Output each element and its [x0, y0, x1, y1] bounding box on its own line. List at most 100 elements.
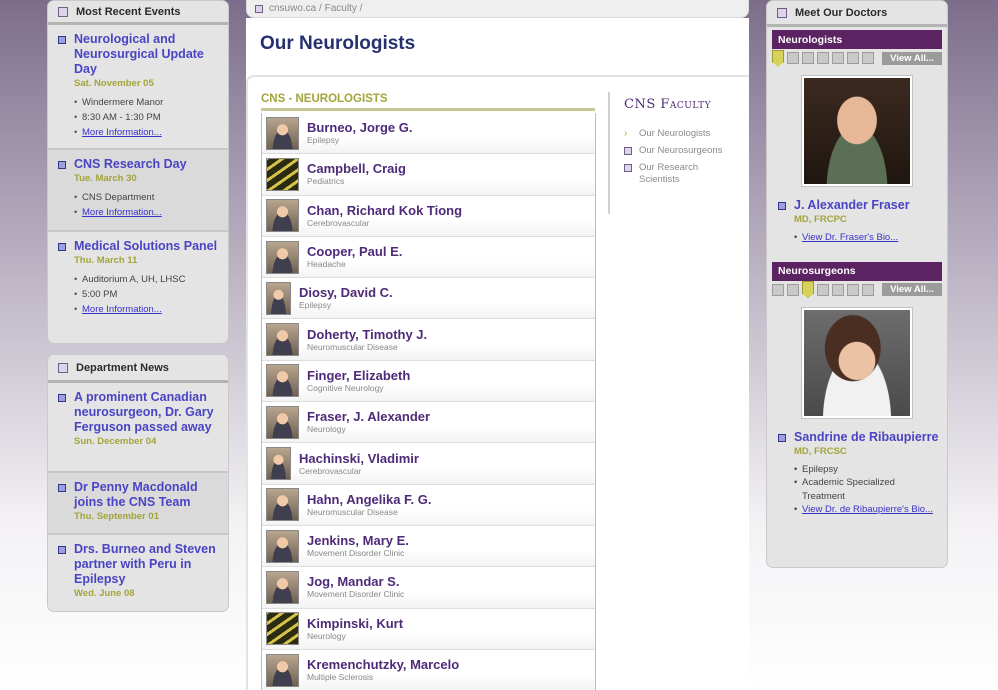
doctor-row[interactable]: Jenkins, Mary E. Movement Disorder Clinic — [262, 525, 595, 568]
bio-link[interactable]: View Dr. de Ribaupierre's Bio... — [802, 504, 933, 515]
doctor-name[interactable]: Jenkins, Mary E. — [307, 533, 409, 548]
news-item: A prominent Canadian neurosurgeon, Dr. G… — [48, 383, 228, 473]
faculty-item-research-scientists[interactable]: Our Research Scientists — [624, 162, 738, 186]
pager-dot[interactable] — [862, 52, 874, 64]
bio-link[interactable]: View Dr. Fraser's Bio... — [802, 232, 898, 243]
view-all-button[interactable]: View All... — [882, 51, 942, 65]
neurosurgeons-category-bar: Neurosurgeons — [772, 261, 942, 281]
pager-dot[interactable] — [787, 52, 799, 64]
doctor-specialty: Neuromuscular Disease — [307, 506, 398, 517]
more-info-link[interactable]: More Information... — [82, 127, 162, 138]
more-info-link[interactable]: More Information... — [82, 304, 162, 315]
doctor-row[interactable]: Kremenchutzky, Marcelo Multiple Sclerosis — [262, 649, 595, 690]
doctor-row[interactable]: Burneo, Jorge G. Epilepsy — [262, 113, 595, 155]
doctor-row[interactable]: Hahn, Angelika F. G. Neuromuscular Diseas… — [262, 484, 595, 526]
featured-doctor-name[interactable]: Sandrine de Ribaupierre — [794, 430, 939, 445]
doctor-name[interactable]: Chan, Richard Kok Tiong — [307, 203, 462, 218]
faculty-item-label[interactable]: Our Neurologists — [639, 128, 710, 140]
doctor-specialty: Movement Disorder Clinic — [307, 589, 405, 600]
doctor-photo — [266, 529, 299, 563]
doctor-photo — [266, 405, 299, 439]
doctor-name[interactable]: Fraser, J. Alexander — [307, 409, 430, 424]
doctor-name[interactable]: Kimpinski, Kurt — [307, 616, 403, 631]
doctor-name[interactable]: Burneo, Jorge G. — [307, 120, 412, 135]
doctor-specialty: Neuromuscular Disease — [307, 341, 398, 352]
news-date: Sun. December 04 — [74, 436, 157, 447]
doctor-photo — [266, 488, 299, 522]
doctor-row[interactable]: Jog, Mandar S. Movement Disorder Clinic — [262, 567, 595, 609]
doctor-name[interactable]: Jog, Mandar S. — [307, 574, 404, 589]
doctor-name[interactable]: Hachinski, Vladimir — [299, 451, 419, 466]
doctor-name[interactable]: Finger, Elizabeth — [307, 368, 410, 383]
event-details: Auditorium A, UH, LHSC 5:00 PM More Info… — [74, 272, 222, 317]
more-info-link[interactable]: More Information... — [82, 207, 162, 218]
news-title-link[interactable]: A prominent Canadian neurosurgeon, Dr. G… — [74, 390, 222, 435]
featured-doctor-links: View Dr. Fraser's Bio... — [794, 231, 939, 245]
doctor-specialty: Cerebrovascular — [299, 465, 362, 476]
featured-doctor-name[interactable]: J. Alexander Fraser — [794, 198, 939, 213]
doctor-row[interactable]: Finger, Elizabeth Cognitive Neurology — [262, 360, 595, 403]
square-bullet-icon — [777, 7, 787, 18]
interest-item: Epilepsy — [794, 463, 939, 477]
news-title-link[interactable]: Dr Penny Macdonald joins the CNS Team — [74, 480, 222, 510]
pager-dot-active[interactable] — [802, 281, 814, 298]
news-title: Department News — [76, 361, 169, 374]
category-label: Neurologists — [778, 33, 843, 46]
pager-dot[interactable] — [817, 283, 829, 296]
pager-dot[interactable] — [847, 52, 859, 64]
news-item: Drs. Burneo and Steven partner with Peru… — [48, 535, 228, 607]
doctor-specialty: Headache — [307, 259, 346, 270]
pager-dot[interactable] — [832, 283, 844, 296]
view-all-button[interactable]: View All... — [882, 283, 942, 296]
doctor-row[interactable]: Kimpinski, Kurt Neurology — [262, 608, 595, 650]
doctor-name[interactable]: Diosy, David C. — [299, 285, 393, 300]
pager-dot[interactable] — [817, 52, 829, 64]
doctor-name[interactable]: Doherty, Timothy J. — [307, 327, 427, 342]
event-title-link[interactable]: Medical Solutions Panel — [74, 239, 222, 254]
pager-dot-active[interactable] — [772, 49, 784, 67]
event-title-link[interactable]: CNS Research Day — [74, 157, 222, 172]
doctor-row[interactable]: Doherty, Timothy J. Neuromuscular Disease — [262, 319, 595, 361]
doctor-photo — [266, 323, 299, 357]
news-title-link[interactable]: Drs. Burneo and Steven partner with Peru… — [74, 542, 222, 587]
pager-dot[interactable] — [787, 283, 799, 296]
pager-dot[interactable] — [772, 283, 784, 296]
doctor-row[interactable]: Chan, Richard Kok Tiong Cerebrovascular — [262, 195, 595, 237]
neurologists-category-bar: Neurologists — [772, 30, 942, 49]
section-title: CNS - NEUROLOGISTS — [261, 93, 595, 111]
breadcrumb-text[interactable]: cnsuwo.ca / Faculty / — [269, 3, 362, 14]
doctor-row[interactable]: Cooper, Paul E. Headache — [262, 236, 595, 279]
event-title-link[interactable]: Neurological and Neurosurgical Update Da… — [74, 32, 222, 77]
doctor-specialty: Neurology — [307, 630, 346, 641]
doctor-name[interactable]: Cooper, Paul E. — [307, 244, 402, 259]
doctor-name[interactable]: Kremenchutzky, Marcelo — [307, 657, 459, 672]
doctor-row[interactable]: Hachinski, Vladimir Cerebrovascular — [262, 443, 595, 485]
doctor-photo — [266, 364, 299, 398]
event-location: Auditorium A, UH, LHSC — [74, 272, 222, 287]
event-date: Thu. March 11 — [74, 255, 138, 266]
faculty-item-neurosurgeons[interactable]: Our Neurosurgeons — [624, 145, 738, 157]
pager-dot[interactable] — [832, 52, 844, 64]
faculty-item-label[interactable]: Our Research Scientists — [639, 162, 738, 186]
breadcrumb: cnsuwo.ca / Faculty / — [246, 0, 749, 18]
square-bullet-icon — [58, 484, 66, 492]
square-bullet-icon — [58, 394, 66, 402]
event-date: Sat. November 05 — [74, 78, 154, 89]
doctor-row[interactable]: Fraser, J. Alexander Neurology — [262, 402, 595, 444]
doctor-row[interactable]: Diosy, David C. Epilepsy — [262, 278, 595, 320]
doctor-portrait[interactable] — [802, 76, 912, 186]
news-item: Dr Penny Macdonald joins the CNS Team Th… — [48, 473, 228, 535]
doctor-row[interactable]: Campbell, Craig Pediatrics — [262, 154, 595, 196]
pager-dot[interactable] — [862, 283, 874, 296]
faculty-item-label[interactable]: Our Neurosurgeons — [639, 145, 722, 157]
faculty-item-neurologists[interactable]: › Our Neurologists — [624, 128, 738, 140]
doctor-specialty: Multiple Sclerosis — [307, 672, 374, 682]
event-more-info-item: More Information... — [74, 125, 222, 140]
doctor-specialty: Cerebrovascular — [307, 217, 370, 228]
doctor-portrait[interactable] — [802, 307, 912, 418]
pager-dot[interactable] — [802, 52, 814, 64]
pager-dot[interactable] — [847, 283, 859, 296]
doctor-name[interactable]: Campbell, Craig — [307, 161, 406, 176]
square-bullet-icon — [778, 433, 786, 442]
doctor-name[interactable]: Hahn, Angelika F. G. — [307, 492, 431, 507]
